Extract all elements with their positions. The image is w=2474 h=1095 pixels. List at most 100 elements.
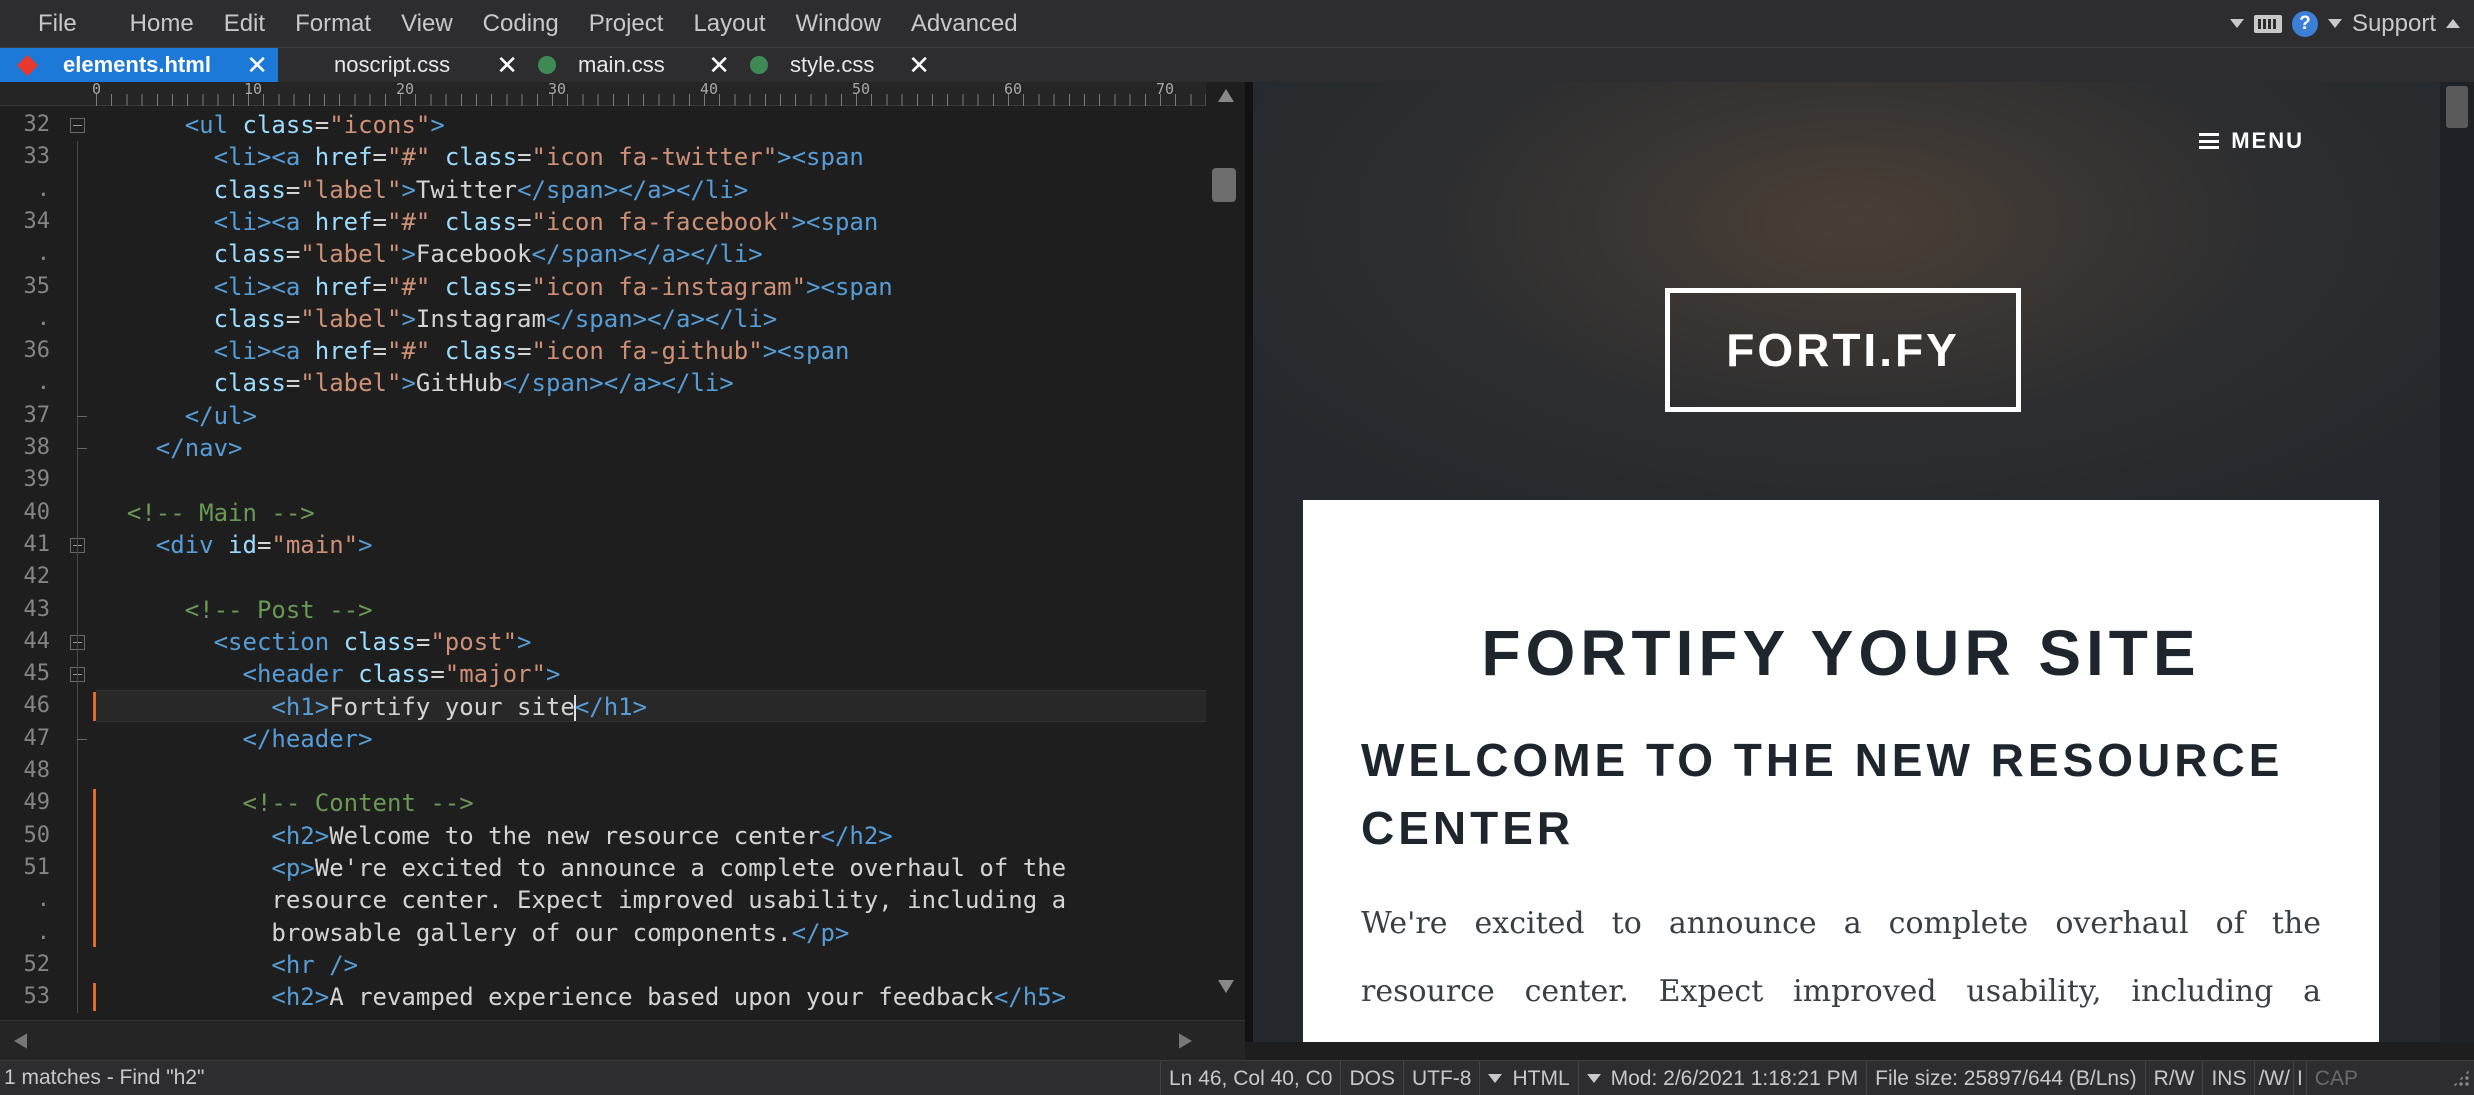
- code-line[interactable]: <!-- Content -->: [96, 787, 1206, 819]
- mode-i[interactable]: I: [2292, 1060, 2306, 1095]
- code-line[interactable]: class="label">GitHub</span></a></li>: [96, 367, 1206, 399]
- preview-scrollbar[interactable]: [2440, 82, 2474, 1042]
- menu-edit[interactable]: Edit: [209, 0, 280, 48]
- support-dropdown-icon[interactable]: [2327, 19, 2342, 28]
- mode-rw[interactable]: R/W: [2144, 1060, 2203, 1095]
- encoding[interactable]: UTF-8: [1402, 1060, 1480, 1095]
- code-editor[interactable]: 0 10 20 30 40 50 60 70 32 33. 34. 35. 36. 37 38 39 40 41…: [0, 80, 1245, 1020]
- site-menu-button[interactable]: MENU: [2199, 128, 2304, 154]
- code-line[interactable]: <li><a href="#" class="icon fa-github"><…: [96, 335, 1206, 367]
- code-line[interactable]: [96, 464, 1206, 496]
- language-dropdown[interactable]: HTML: [1479, 1060, 1577, 1095]
- code-token: =: [372, 143, 387, 172]
- close-icon[interactable]: ✕: [246, 50, 268, 81]
- line-number: 36: [23, 338, 51, 364]
- code-token: </h1>: [574, 693, 648, 722]
- close-icon[interactable]: ✕: [708, 50, 730, 81]
- code-line[interactable]: <!-- Main -->: [96, 497, 1206, 529]
- scroll-down-icon[interactable]: [1218, 980, 1234, 993]
- tab-noscript-css[interactable]: noscript.css ✕: [278, 48, 528, 82]
- code-line[interactable]: <section class="post">: [96, 626, 1206, 658]
- code-token: <li><a: [213, 207, 315, 236]
- help-icon[interactable]: ?: [2291, 10, 2318, 37]
- menu-window[interactable]: Window: [781, 0, 896, 48]
- resize-grip-icon[interactable]: [2452, 1069, 2470, 1087]
- code-line[interactable]: browsable gallery of our components.</p>: [96, 917, 1206, 949]
- line-number-gutter[interactable]: 32 33. 34. 35. 36. 37 38 39 40 41 42 43 44 45 46 47 48 49…: [0, 106, 96, 1020]
- tab-elements-html[interactable]: elements.html ✕: [0, 48, 278, 82]
- code-area[interactable]: <ul class="icons"> <li><a href="#" class…: [96, 106, 1206, 1020]
- code-line[interactable]: <header class="major">: [96, 658, 1206, 690]
- scroll-up-icon[interactable]: [1218, 89, 1234, 102]
- code-line[interactable]: <h2>A revamped experience based upon you…: [96, 981, 1206, 1013]
- code-token: =: [517, 272, 532, 301]
- site-logo[interactable]: FORTI.FY: [1665, 288, 2021, 412]
- close-icon[interactable]: ✕: [496, 50, 518, 81]
- code-line[interactable]: <ul class="icons">: [96, 109, 1206, 141]
- modified-label: Mod: 2/6/2021 1:18:21 PM: [1610, 1066, 1859, 1090]
- code-token: </span></a></li>: [517, 175, 749, 204]
- mode-ins[interactable]: INS: [2202, 1060, 2254, 1095]
- menu-project[interactable]: Project: [574, 0, 679, 48]
- menu-format[interactable]: Format: [280, 0, 386, 48]
- live-preview-pane[interactable]: MENU FORTI.FY FORTIFY YOUR SITE WELCOME …: [1245, 82, 2474, 1042]
- code-line[interactable]: <li><a href="#" class="icon fa-facebook"…: [96, 206, 1206, 238]
- code-token: ><span: [777, 143, 864, 172]
- horizontal-scrollbar[interactable]: [0, 1020, 1245, 1060]
- line-number: 41: [23, 531, 51, 557]
- chevron-down-icon[interactable]: [2229, 19, 2244, 28]
- mode-wrap[interactable]: /W/: [2254, 1060, 2293, 1095]
- code-line[interactable]: </ul>: [96, 400, 1206, 432]
- code-line[interactable]: <div id="main">: [96, 529, 1206, 561]
- code-line[interactable]: <hr />: [96, 949, 1206, 981]
- code-line[interactable]: <p>We're excited to announce a complete …: [96, 852, 1206, 884]
- menu-advanced[interactable]: Advanced: [896, 0, 1033, 48]
- vertical-scrollbar[interactable]: [1206, 82, 1245, 1020]
- code-token: class: [213, 175, 286, 204]
- line-number: .: [36, 919, 50, 945]
- modified-time[interactable]: Mod: 2/6/2021 1:18:21 PM: [1577, 1060, 1867, 1095]
- code-line[interactable]: </header>: [96, 723, 1206, 755]
- code-line[interactable]: class="label">Twitter</span></a></li>: [96, 174, 1206, 206]
- code-line[interactable]: class="label">Instagram</span></a></li>: [96, 303, 1206, 335]
- tab-style-css[interactable]: style.css ✕: [740, 48, 940, 82]
- code-line[interactable]: <h2>Welcome to the new resource center</…: [96, 820, 1206, 852]
- code-line[interactable]: <li><a href="#" class="icon fa-twitter">…: [96, 141, 1206, 173]
- menu-view[interactable]: View: [386, 0, 468, 48]
- code-line[interactable]: class="label">Facebook</span></a></li>: [96, 238, 1206, 270]
- cursor-position[interactable]: Ln 46, Col 40, C0: [1160, 1060, 1340, 1095]
- menu-coding[interactable]: Coding: [468, 0, 574, 48]
- code-line[interactable]: [96, 561, 1206, 593]
- scroll-right-icon[interactable]: [1179, 1033, 1192, 1049]
- code-line[interactable]: </nav>: [96, 432, 1206, 464]
- collapse-ribbon-icon[interactable]: [2446, 19, 2460, 28]
- close-icon[interactable]: ✕: [908, 50, 930, 81]
- menu-file[interactable]: File: [0, 0, 115, 48]
- menu-home[interactable]: Home: [115, 0, 209, 48]
- scroll-thumb[interactable]: [1212, 168, 1236, 202]
- fold-toggle-icon[interactable]: [70, 118, 85, 133]
- tab-main-css[interactable]: main.css ✕: [528, 48, 740, 82]
- code-line[interactable]: <h1>Fortify your site</h1>: [96, 690, 1206, 723]
- code-line[interactable]: <!-- Post -->: [96, 594, 1206, 626]
- code-token: =: [372, 272, 387, 301]
- scroll-left-icon[interactable]: [14, 1033, 27, 1049]
- code-token: <h2>: [271, 983, 330, 1012]
- ruler-label: 0: [92, 80, 102, 98]
- ruler-label: 50: [852, 80, 871, 98]
- code-line[interactable]: <li><a href="#" class="icon fa-instagram…: [96, 271, 1206, 303]
- line-endings[interactable]: DOS: [1340, 1060, 1403, 1095]
- code-token: <div: [155, 530, 229, 559]
- code-line[interactable]: resource center. Expect improved usabili…: [96, 884, 1206, 916]
- support-menu[interactable]: Support: [2352, 10, 2436, 38]
- code-line[interactable]: [96, 755, 1206, 787]
- menu-layout[interactable]: Layout: [678, 0, 780, 48]
- hamburger-icon: [2199, 133, 2220, 149]
- preview-scroll-thumb[interactable]: [2446, 86, 2468, 128]
- keyboard-icon[interactable]: [2253, 14, 2282, 33]
- code-token: GitHub: [415, 369, 503, 398]
